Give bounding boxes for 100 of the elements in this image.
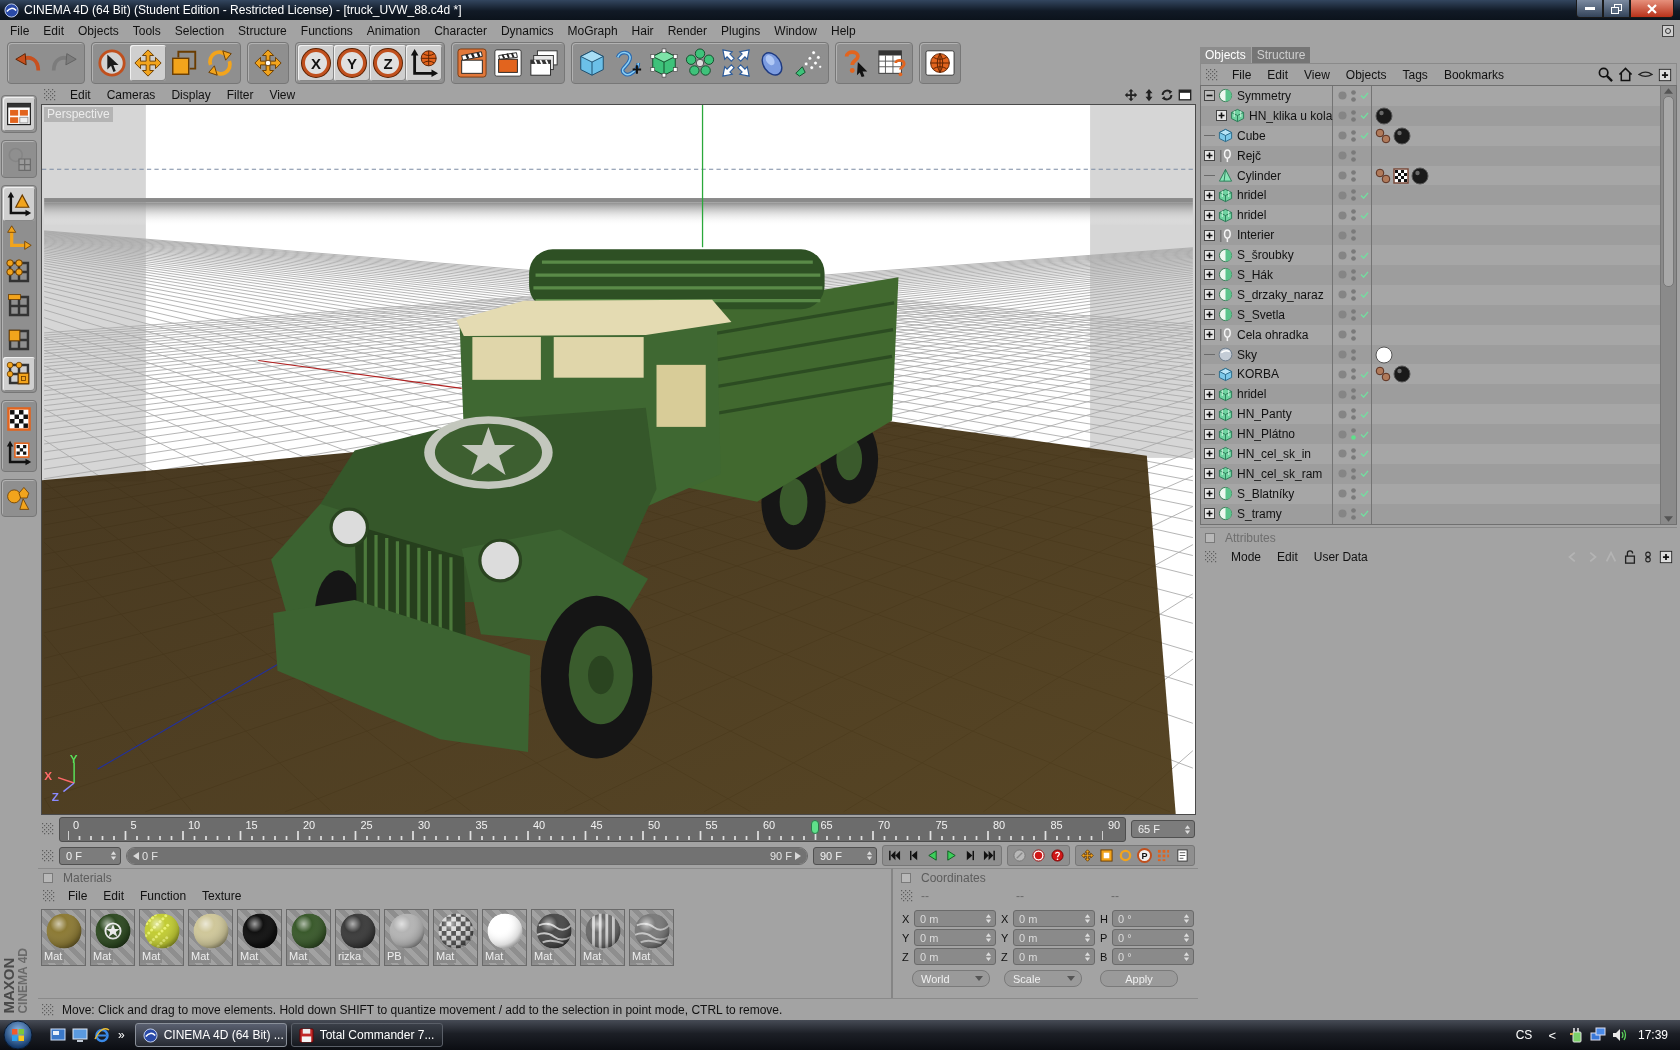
editor-dot-icon[interactable] — [1351, 408, 1356, 414]
axis-lock-button[interactable]: X — [298, 45, 334, 81]
layer-dot-icon[interactable] — [1338, 409, 1347, 419]
check-icon[interactable] — [1360, 271, 1369, 279]
editor-dot-icon[interactable] — [1351, 229, 1356, 235]
menu-item[interactable]: Structure — [231, 23, 294, 38]
switch-windows-button[interactable] — [72, 1027, 88, 1043]
object-row[interactable]: Interier — [1201, 225, 1660, 246]
editor-dot-icon[interactable] — [1351, 189, 1356, 195]
menu-item[interactable]: Render — [660, 23, 714, 38]
menu-item[interactable]: Cameras — [98, 87, 164, 102]
layer-dot-icon[interactable] — [1338, 151, 1347, 161]
browser-button[interactable] — [94, 1027, 110, 1043]
object-row[interactable]: Sky — [1201, 344, 1660, 365]
check-icon[interactable] — [1360, 112, 1369, 120]
object-row[interactable]: HN_cel_sk_ram — [1201, 463, 1660, 484]
add-panel-icon[interactable] — [1659, 550, 1673, 564]
clock[interactable]: 17:39 — [1637, 1028, 1668, 1042]
menu-item[interactable]: Selection — [167, 23, 232, 38]
render-dot-icon[interactable] — [1351, 136, 1356, 142]
render-dot-icon[interactable] — [1351, 415, 1356, 421]
network-icon[interactable] — [1589, 1027, 1606, 1043]
object-row[interactable]: S_Hák — [1201, 265, 1660, 285]
render-dot-icon[interactable] — [1351, 454, 1356, 460]
panel-toggle-icon[interactable] — [901, 873, 911, 883]
ball-tag-icon[interactable] — [1393, 126, 1411, 145]
render-dot-icon[interactable] — [1351, 156, 1356, 162]
expand-toggle-icon[interactable] — [1204, 209, 1215, 221]
expand-toggle-icon[interactable] — [1204, 508, 1215, 520]
menu-item[interactable]: Tools — [125, 23, 168, 38]
menu-item[interactable]: Objects — [71, 23, 126, 38]
menu-item[interactable]: Edit — [95, 889, 133, 903]
check-icon[interactable] — [1360, 370, 1369, 378]
maximize-view-icon[interactable] — [1178, 87, 1192, 102]
object-row[interactable]: Rejč — [1201, 145, 1660, 166]
check-icon[interactable] — [1360, 311, 1369, 319]
layer-dot-icon[interactable] — [1338, 111, 1347, 121]
coordinate-system-button[interactable] — [406, 45, 442, 81]
current-frame-field[interactable]: 65 F — [1131, 820, 1195, 838]
language-indicator[interactable]: CS — [1515, 1028, 1533, 1042]
object-row[interactable]: HN_klika u kola — [1201, 105, 1660, 126]
editor-dot-icon[interactable] — [1351, 428, 1356, 434]
show-desktop-button[interactable] — [50, 1027, 66, 1043]
layer-dot-icon[interactable] — [1338, 469, 1347, 479]
editor-dot-icon[interactable] — [1351, 288, 1356, 294]
restore-button[interactable] — [1603, 0, 1630, 18]
editor-dot-icon[interactable] — [1351, 149, 1356, 155]
menu-item[interactable]: Objects — [1337, 67, 1395, 82]
expand-toggle-icon[interactable] — [1204, 150, 1215, 162]
check-icon[interactable] — [1360, 490, 1369, 498]
layer-dot-icon[interactable] — [1338, 489, 1347, 499]
render-dot-icon[interactable] — [1351, 335, 1356, 341]
layer-dot-icon[interactable] — [1338, 190, 1347, 200]
render-dot-icon[interactable] — [1351, 494, 1356, 500]
render-dot-icon[interactable] — [1351, 256, 1356, 262]
layer-dot-icon[interactable] — [1338, 250, 1347, 260]
check-icon[interactable] — [1360, 450, 1369, 458]
check-icon[interactable] — [1360, 191, 1369, 199]
expand-toggle-icon[interactable] — [1204, 448, 1215, 460]
object-row[interactable]: S_tramy — [1201, 503, 1660, 524]
position-key-button[interactable] — [1079, 847, 1096, 864]
power-plug-icon[interactable] — [1567, 1027, 1584, 1043]
render-dot-icon[interactable] — [1351, 435, 1356, 441]
scroll-down-icon[interactable] — [1664, 516, 1673, 522]
lock-icon[interactable] — [1623, 550, 1637, 564]
menu-item[interactable]: View — [261, 87, 304, 102]
expand-toggle-icon[interactable] — [1204, 428, 1215, 440]
menu-item[interactable]: Mode — [1223, 550, 1270, 564]
minimize-button[interactable] — [1576, 0, 1603, 18]
check-icon[interactable] — [1360, 291, 1369, 299]
object-row[interactable]: S_Svetla — [1201, 304, 1660, 325]
layer-dot-icon[interactable] — [1338, 171, 1347, 180]
menu-item[interactable]: Edit — [36, 23, 72, 38]
expand-toggle-icon[interactable] — [1204, 289, 1215, 301]
editor-dot-icon[interactable] — [1351, 368, 1356, 374]
link-icon[interactable] — [1642, 550, 1654, 564]
pan-view-icon[interactable] — [1124, 87, 1138, 102]
menu-item[interactable]: View — [1296, 67, 1338, 82]
editor-dot-icon[interactable] — [1351, 249, 1356, 255]
home-icon[interactable] — [1618, 67, 1633, 82]
uv-mode-button[interactable] — [3, 357, 35, 391]
search-icon[interactable] — [1598, 67, 1613, 82]
layer-dot-icon[interactable] — [1338, 230, 1347, 240]
editor-dot-icon[interactable] — [1351, 467, 1356, 473]
menu-item[interactable]: Edit — [1259, 67, 1297, 82]
autokey-button[interactable] — [1049, 847, 1066, 864]
scroll-up-icon[interactable] — [1664, 88, 1673, 94]
check-icon[interactable] — [1360, 251, 1369, 259]
menu-item[interactable]: Texture — [194, 889, 250, 903]
scheme-button[interactable] — [1174, 847, 1191, 864]
menu-item[interactable]: User Data — [1305, 550, 1376, 564]
render-dot-icon[interactable] — [1351, 375, 1356, 381]
axis-lock-button[interactable]: Z — [370, 45, 406, 81]
menu-item[interactable]: Edit — [62, 87, 99, 102]
layer-dot-icon[interactable] — [1338, 509, 1347, 519]
timeline-track[interactable]: 0 5 10 15 20 25 30 35 40 45 50 55 60 65 70 75 80 85 90 — [59, 816, 1126, 842]
expand-toggle-icon[interactable] — [1204, 408, 1215, 420]
panel-toggle-icon[interactable] — [1205, 532, 1215, 543]
editor-dot-icon[interactable] — [1351, 169, 1356, 175]
volume-icon[interactable] — [1611, 1027, 1628, 1043]
